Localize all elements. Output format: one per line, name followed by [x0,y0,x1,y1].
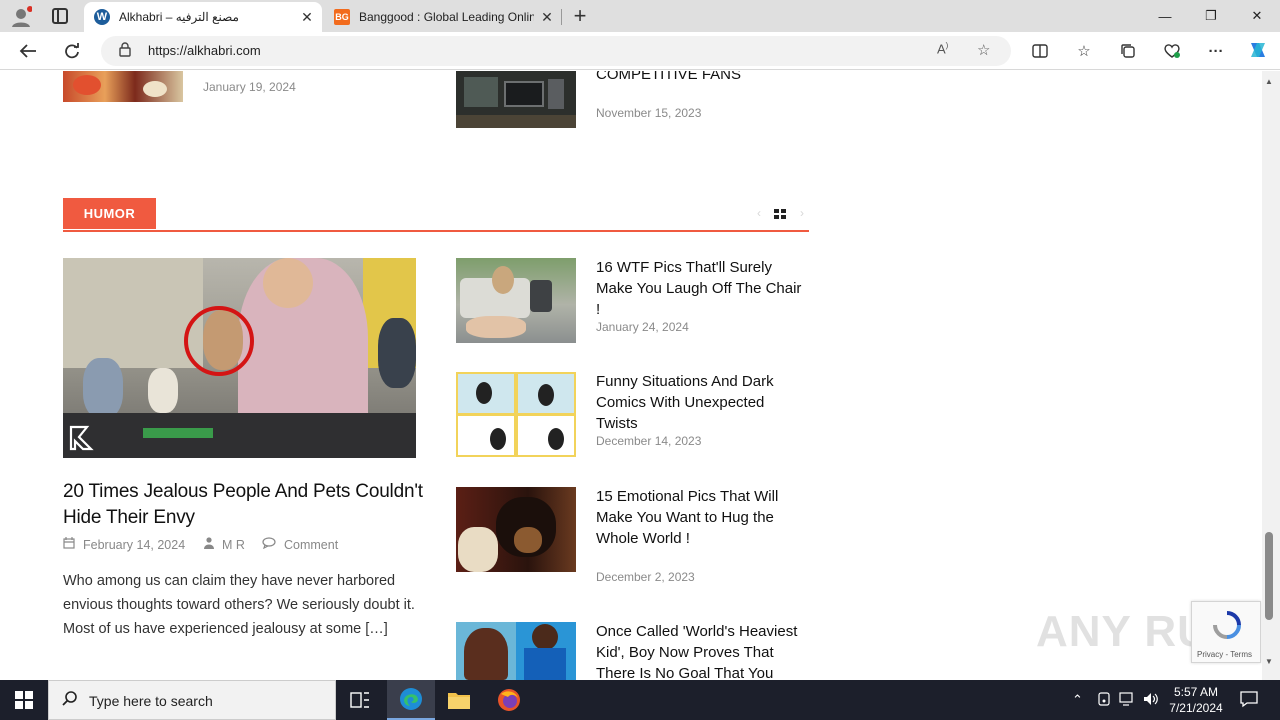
address-bar[interactable]: https://alkhabri.com A) ☆ [101,36,1011,66]
profile-icon[interactable] [10,6,33,28]
recaptcha-icon [1211,610,1243,640]
browser-essentials-icon[interactable] [1160,40,1184,62]
main-post-image[interactable] [63,258,416,458]
main-post-title[interactable]: 20 Times Jealous People And Pets Couldn'… [63,479,423,531]
grid-view-icon[interactable] [774,209,787,220]
file-explorer-icon[interactable] [435,680,483,720]
taskbar-search-box[interactable]: Type here to search [48,680,336,720]
scrollbar-thumb[interactable] [1265,532,1273,620]
calendar-icon [63,537,75,552]
post-thumbnail-food[interactable] [63,71,183,102]
recaptcha-terms-link[interactable]: Terms [1230,650,1252,659]
start-button[interactable] [0,680,48,720]
recaptcha-privacy-link[interactable]: Privacy [1197,650,1223,659]
tab-close-icon[interactable]: ✕ [300,10,314,24]
firefox-icon[interactable] [485,680,533,720]
copilot-icon[interactable] [1246,39,1270,61]
highlight-circle [184,306,254,376]
section-divider [63,230,809,232]
comment-icon [262,537,276,552]
edge-taskbar-icon[interactable] [387,680,435,720]
user-icon [204,537,214,552]
post-meta-comment: Comment [262,537,338,552]
favorites-icon[interactable]: ☆ [1072,40,1096,62]
system-clock[interactable]: 5:57 AM 7/21/2024 [1164,684,1228,716]
tab-title: Alkhabri – مصنع الترفيه [119,10,239,24]
show-hidden-icons[interactable]: ⌃ [1072,692,1083,708]
tab-bar: W Alkhabri – مصنع الترفيه ✕ BG Banggood … [0,0,1280,32]
read-aloud-icon[interactable]: A) [937,41,948,56]
recaptcha-links[interactable]: Privacy - Terms [1197,650,1252,659]
side-post-thumbnail[interactable] [456,258,576,343]
split-screen-icon[interactable] [1028,40,1052,62]
post-author[interactable]: M R [222,538,245,552]
side-post-title[interactable]: Funny Situations And Dark Comics With Un… [596,371,808,434]
post-meta-author: M R [204,537,245,552]
post-meta-date: February 14, 2024 [63,537,185,552]
restore-button[interactable]: ❐ [1188,0,1234,32]
side-post-thumbnail[interactable] [456,487,576,572]
tab-banggood[interactable]: BG Banggood : Global Leading Onlin ✕ [324,2,562,32]
side-post-date: January 24, 2024 [596,320,689,334]
web-page: January 19, 2024 COMPETITIVE FANS Novemb… [0,71,1280,680]
favorite-star-icon[interactable]: ☆ [977,41,990,59]
volume-icon[interactable] [1143,692,1159,709]
side-post-date: December 14, 2023 [596,434,702,448]
watermark-logo-icon [67,423,97,453]
url-text[interactable]: https://alkhabri.com [148,43,261,58]
post-thumbnail-gaming-setup[interactable] [456,71,576,128]
post-date: November 15, 2023 [596,106,702,120]
more-menu-icon[interactable]: ··· [1204,40,1228,62]
notification-icon[interactable] [1240,690,1258,711]
browser-chrome: W Alkhabri – مصنع الترفيه ✕ BG Banggood … [0,0,1280,70]
windows-taskbar: Type here to search ⌃ 5:57 AM 7/21/2024 [0,680,1280,720]
comment-link[interactable]: Comment [284,538,338,552]
post-date: January 19, 2024 [203,80,296,94]
minimize-button[interactable]: — [1142,0,1188,32]
side-post-thumbnail[interactable] [456,372,576,457]
search-icon [62,691,78,712]
new-tab-button[interactable]: + [568,3,592,29]
tab-alkhabri[interactable]: W Alkhabri – مصنع الترفيه ✕ [84,2,322,32]
tab-title: Banggood : Global Leading Onlin [359,10,534,24]
scroll-down-arrow-icon[interactable]: ▼ [1265,657,1273,666]
network-drive-icon[interactable] [1097,692,1111,709]
excerpt-text: Who among us can claim they have never h… [63,573,415,637]
tab-close-icon[interactable]: ✕ [540,10,554,24]
read-more-link[interactable]: […] [365,621,388,637]
close-window-button[interactable]: ✕ [1234,0,1280,32]
search-placeholder[interactable]: Type here to search [89,693,213,709]
tab-actions-icon[interactable] [52,8,68,24]
back-button[interactable] [14,37,42,65]
post-excerpt: Who among us can claim they have never h… [63,569,418,641]
next-arrow-icon[interactable]: › [800,206,804,220]
side-post-title[interactable]: Once Called 'World's Heaviest Kid', Boy … [596,621,808,680]
address-toolbar: https://alkhabri.com A) ☆ ☆ ··· [0,32,1280,70]
post-date[interactable]: February 14, 2024 [83,538,185,552]
task-view-icon[interactable] [336,680,384,720]
side-post-thumbnail[interactable] [456,622,576,680]
collections-icon[interactable] [1116,40,1140,62]
network-icon[interactable] [1119,692,1135,709]
refresh-button[interactable] [58,37,86,65]
prev-arrow-icon[interactable]: ‹ [757,206,761,220]
windows-logo-icon [15,691,33,709]
side-post-date: December 2, 2023 [596,570,695,584]
side-post-title[interactable]: 15 Emotional Pics That Will Make You Wan… [596,486,808,549]
post-title[interactable]: COMPETITIVE FANS [596,71,741,85]
recaptcha-badge[interactable]: Privacy - Terms [1191,601,1261,663]
banggood-icon: BG [334,9,350,25]
humor-category-label[interactable]: HUMOR [63,198,156,229]
scroll-up-arrow-icon[interactable]: ▲ [1265,77,1273,86]
side-post-title[interactable]: 16 WTF Pics That'll Surely Make You Laug… [596,257,808,320]
clock-date: 7/21/2024 [1169,701,1223,715]
clock-time: 5:57 AM [1173,685,1219,699]
wordpress-icon: W [94,9,110,25]
lock-icon[interactable] [119,42,131,60]
